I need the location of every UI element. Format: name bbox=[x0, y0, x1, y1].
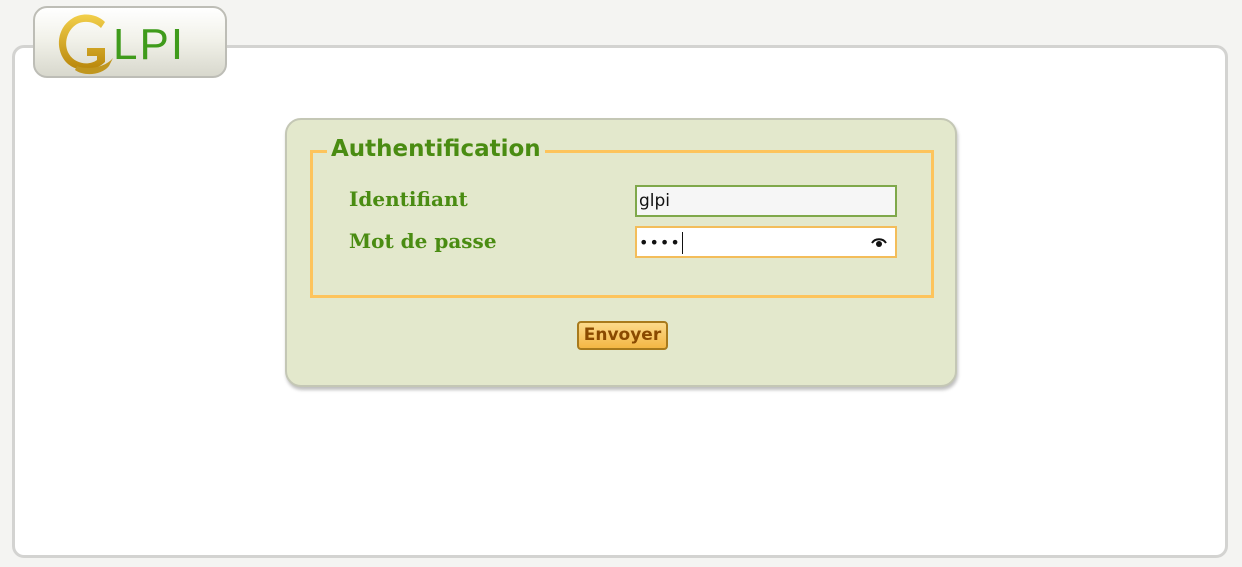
fieldset-legend: Authentification bbox=[327, 134, 545, 164]
authentication-fieldset: Authentification Identifiant glpi Mot de… bbox=[310, 134, 934, 298]
password-label: Mot de passe bbox=[349, 229, 497, 253]
submit-button[interactable]: Envoyer bbox=[577, 321, 668, 350]
password-field[interactable]: •••• bbox=[635, 226, 897, 258]
login-panel: Authentification Identifiant glpi Mot de… bbox=[285, 118, 957, 387]
text-caret bbox=[681, 232, 683, 254]
glpi-logo[interactable]: LPI bbox=[33, 6, 227, 78]
username-value: glpi bbox=[639, 191, 671, 211]
username-label: Identifiant bbox=[349, 187, 468, 211]
page: LPI Authentification Identifiant glpi Mo… bbox=[0, 0, 1242, 567]
password-masked-value: •••• bbox=[639, 233, 681, 252]
logo-g-icon bbox=[58, 14, 113, 75]
logo-text: LPI bbox=[113, 20, 186, 69]
username-field[interactable]: glpi bbox=[635, 185, 897, 217]
eye-icon[interactable] bbox=[871, 236, 887, 248]
